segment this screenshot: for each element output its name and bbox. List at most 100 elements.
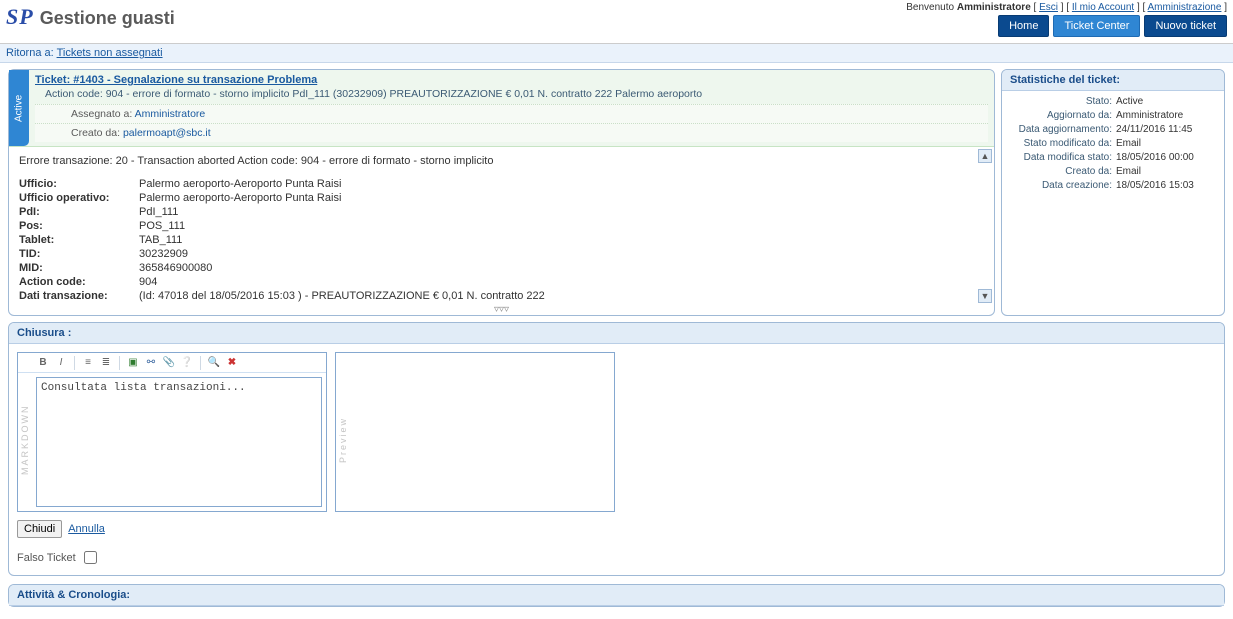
ticket-panel: Active Ticket: #1403 - Segnalazione su t…	[8, 69, 995, 316]
detail-value: TAB_111	[139, 233, 984, 247]
list-unordered-icon[interactable]: ≣	[99, 356, 113, 370]
nav-home[interactable]: Home	[998, 15, 1049, 37]
detail-value: 904	[139, 275, 984, 289]
detail-key: Tablet:	[19, 233, 139, 247]
welcome-prefix: Benvenuto	[906, 2, 954, 13]
breadcrumb: Ritorna a: Tickets non assegnati	[0, 44, 1233, 63]
stats-value: Email	[1116, 137, 1218, 151]
italic-icon[interactable]: I	[54, 356, 68, 370]
activity-title: Attività & Cronologia:	[9, 585, 1224, 606]
admin-link[interactable]: Amministrazione	[1148, 2, 1222, 13]
breadcrumb-label: Ritorna a:	[6, 47, 54, 59]
detail-table: Ufficio:Palermo aeroporto-Aeroporto Punt…	[19, 177, 984, 303]
delete-icon[interactable]: ✖	[225, 356, 239, 370]
detail-row: MID:365846900080	[19, 261, 984, 275]
stats-key: Creato da:	[1008, 165, 1116, 179]
detail-row: PdI:PdI_111	[19, 205, 984, 219]
top-right: Benvenuto Amministratore [ Esci ] [ Il m…	[906, 2, 1227, 37]
nav-buttons: Home Ticket Center Nuovo ticket	[998, 15, 1227, 37]
created-row: Creato da: palermoapt@sbc.it	[35, 123, 988, 142]
breadcrumb-link[interactable]: Tickets non assegnati	[57, 47, 163, 59]
detail-value: PdI_111	[139, 205, 984, 219]
created-label: Creato da:	[71, 127, 120, 139]
closure-textarea[interactable]	[36, 377, 322, 507]
expand-handle-icon[interactable]: ▿▿▿	[9, 305, 994, 315]
list-ordered-icon[interactable]: ≡	[81, 356, 95, 370]
scroll-down-icon[interactable]: ▼	[978, 289, 992, 303]
stats-key: Stato modificato da:	[1008, 137, 1116, 151]
detail-value: 30232909	[139, 247, 984, 261]
stats-value: Amministratore	[1116, 109, 1218, 123]
welcome-line: Benvenuto Amministratore [ Esci ] [ Il m…	[906, 2, 1227, 13]
assigned-row: Assegnato a: Amministratore	[35, 104, 988, 123]
brand: SP Gestione guasti	[6, 2, 175, 30]
stats-value: 18/05/2016 00:00	[1116, 151, 1218, 165]
detail-row: Ufficio:Palermo aeroporto-Aeroporto Punt…	[19, 177, 984, 191]
logo: SP	[6, 4, 34, 30]
stats-body: Stato:ActiveAggiornato da:Amministratore…	[1002, 91, 1224, 197]
stats-key: Data modifica stato:	[1008, 151, 1116, 165]
app-title: Gestione guasti	[40, 8, 175, 29]
error-line: Errore transazione: 20 - Transaction abo…	[19, 155, 984, 167]
detail-key: Pos:	[19, 219, 139, 233]
stats-row: Data aggiornamento:24/11/2016 11:45	[1008, 123, 1218, 137]
closure-title: Chiusura :	[9, 323, 1224, 344]
stats-value: 24/11/2016 11:45	[1116, 123, 1218, 137]
activity-panel: Attività & Cronologia:	[8, 584, 1225, 607]
stats-key: Data aggiornamento:	[1008, 123, 1116, 137]
stats-row: Data creazione:18/05/2016 15:03	[1008, 179, 1218, 193]
nav-new-ticket[interactable]: Nuovo ticket	[1144, 15, 1227, 37]
stats-title: Statistiche del ticket:	[1002, 70, 1224, 91]
stats-value: 18/05/2016 15:03	[1116, 179, 1218, 193]
bold-icon[interactable]: B	[36, 356, 50, 370]
falso-ticket-label: Falso Ticket	[17, 552, 76, 564]
detail-key: Ufficio:	[19, 177, 139, 191]
my-account-link[interactable]: Il mio Account	[1072, 2, 1134, 13]
stats-row: Data modifica stato:18/05/2016 00:00	[1008, 151, 1218, 165]
stats-value: Email	[1116, 165, 1218, 179]
scroll-up-icon[interactable]: ▲	[978, 149, 992, 163]
detail-row: Action code:904	[19, 275, 984, 289]
detail-row: Pos:POS_111	[19, 219, 984, 233]
detail-value: (Id: 47018 del 18/05/2016 15:03 ) - PREA…	[139, 289, 984, 303]
cancel-link[interactable]: Annulla	[68, 523, 105, 535]
editor-toolbar: B I ≡ ≣ ▣ ⚯ 📎 ❔ 🔍 ✖	[18, 353, 326, 373]
detail-value: POS_111	[139, 219, 984, 233]
link-icon[interactable]: ⚯	[144, 356, 158, 370]
stats-key: Data creazione:	[1008, 179, 1116, 193]
welcome-user: Amministratore	[957, 2, 1031, 13]
assigned-label: Assegnato a:	[71, 108, 132, 120]
status-tab[interactable]: Active	[9, 70, 29, 146]
detail-key: MID:	[19, 261, 139, 275]
editor-box: MARKDOWN B I ≡ ≣ ▣ ⚯ 📎 ❔ 🔍 ✖	[17, 352, 327, 512]
ticket-body: ▲ ▼ Errore transazione: 20 - Transaction…	[9, 147, 994, 305]
created-value[interactable]: palermoapt@sbc.it	[123, 127, 211, 139]
assigned-value[interactable]: Amministratore	[135, 108, 206, 120]
detail-row: Dati transazione:(Id: 47018 del 18/05/20…	[19, 289, 984, 303]
close-button[interactable]: Chiudi	[17, 520, 62, 538]
nav-ticket-center[interactable]: Ticket Center	[1053, 15, 1140, 37]
image-icon[interactable]: ▣	[126, 356, 140, 370]
falso-ticket-checkbox[interactable]	[84, 551, 97, 564]
editor-side-label: MARKDOWN	[20, 373, 34, 507]
ticket-action-code: Action code: 904 - errore di formato - s…	[35, 86, 988, 104]
stats-key: Aggiornato da:	[1008, 109, 1116, 123]
stats-panel: Statistiche del ticket: Stato:ActiveAggi…	[1001, 69, 1225, 316]
detail-key: TID:	[19, 247, 139, 261]
stats-value: Active	[1116, 95, 1218, 109]
stats-row: Creato da:Email	[1008, 165, 1218, 179]
detail-key: PdI:	[19, 205, 139, 219]
search-icon[interactable]: 🔍	[207, 356, 221, 370]
detail-key: Action code:	[19, 275, 139, 289]
toolbar-sep	[74, 356, 75, 370]
stats-row: Aggiornato da:Amministratore	[1008, 109, 1218, 123]
logout-link[interactable]: Esci	[1039, 2, 1058, 13]
toolbar-sep	[119, 356, 120, 370]
help-icon[interactable]: ❔	[180, 356, 194, 370]
detail-value: Palermo aeroporto-Aeroporto Punta Raisi	[139, 177, 984, 191]
top-bar: SP Gestione guasti Benvenuto Amministrat…	[0, 0, 1233, 44]
attachment-icon[interactable]: 📎	[162, 356, 176, 370]
ticket-title-link[interactable]: Ticket: #1403 - Segnalazione su transazi…	[35, 74, 317, 86]
detail-row: TID:30232909	[19, 247, 984, 261]
detail-row: Ufficio operativo:Palermo aeroporto-Aero…	[19, 191, 984, 205]
